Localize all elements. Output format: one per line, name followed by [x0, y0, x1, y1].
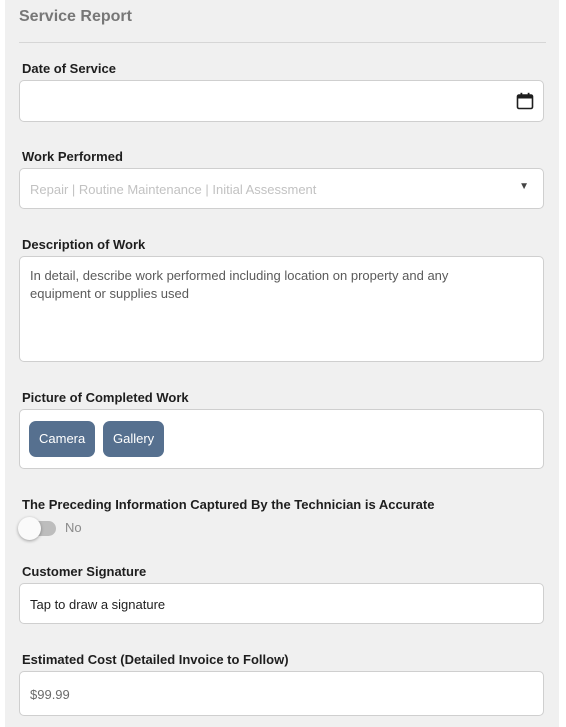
gallery-button[interactable]: Gallery: [103, 421, 165, 457]
accuracy-toggle-state: No: [65, 520, 82, 535]
estimated-cost-label: Estimated Cost (Detailed Invoice to Foll…: [22, 652, 289, 667]
accuracy-label: The Preceding Information Captured By th…: [22, 497, 435, 512]
title-divider: [19, 42, 546, 43]
calendar-icon[interactable]: [516, 92, 534, 110]
signature-prompt: Tap to draw a signature: [30, 597, 166, 612]
picture-label: Picture of Completed Work: [22, 390, 189, 405]
work-performed-placeholder: Repair | Routine Maintenance | Initial A…: [30, 182, 317, 197]
description-label: Description of Work: [22, 237, 146, 252]
work-performed-label: Work Performed: [22, 149, 123, 164]
description-placeholder: In detail, describe work performed inclu…: [30, 268, 449, 301]
estimated-cost-placeholder: $99.99: [30, 687, 70, 702]
picture-field: Camera Gallery: [19, 409, 544, 469]
signature-field[interactable]: Tap to draw a signature: [19, 583, 544, 624]
toggle-knob: [18, 517, 41, 540]
estimated-cost-input[interactable]: $99.99: [19, 671, 544, 716]
date-of-service-field[interactable]: [19, 80, 544, 122]
work-performed-select[interactable]: Repair | Routine Maintenance | Initial A…: [19, 168, 544, 209]
signature-label: Customer Signature: [22, 564, 147, 579]
camera-button[interactable]: Camera: [29, 421, 96, 457]
description-textarea[interactable]: In detail, describe work performed inclu…: [19, 256, 544, 362]
dropdown-caret-icon: ▼: [519, 181, 529, 192]
service-report-form: Service Report Date of Service Work Perf…: [5, 0, 559, 727]
accuracy-toggle[interactable]: [18, 517, 63, 541]
date-of-service-label: Date of Service: [22, 61, 116, 76]
form-title: Service Report: [19, 8, 132, 25]
